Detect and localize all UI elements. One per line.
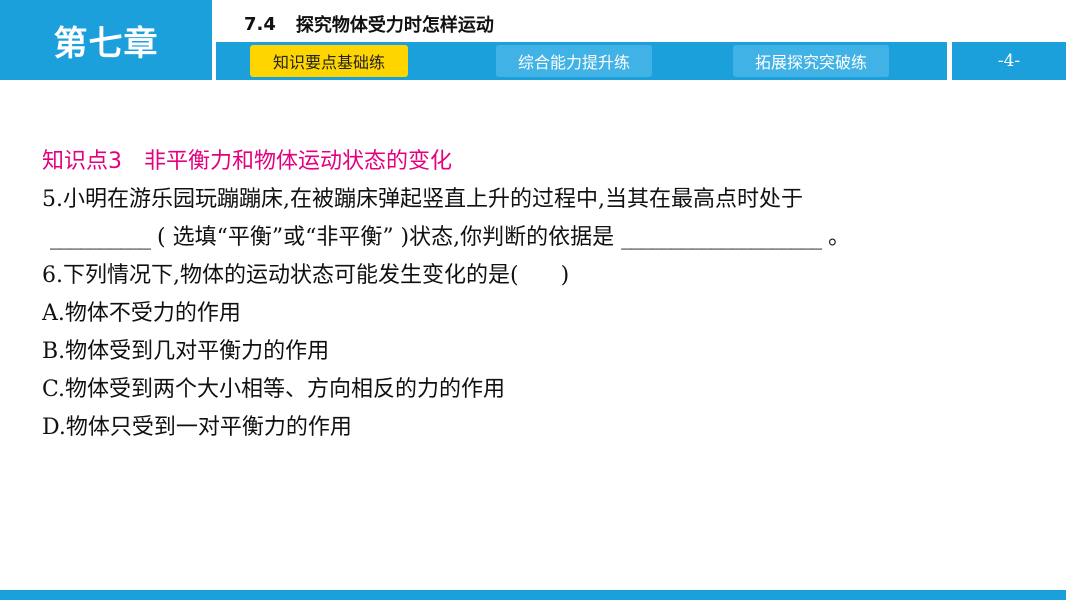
option-a[interactable]: A.物体不受力的作用 — [42, 295, 1042, 333]
knowledge-point-label: 知识点3 — [42, 149, 122, 174]
section-title: 7.4 探究物体受力时怎样运动 — [244, 10, 494, 38]
option-c[interactable]: C.物体受到两个大小相等、方向相反的力的作用 — [42, 371, 1042, 409]
knowledge-point-heading: 知识点3 非平衡力和物体运动状态的变化 — [42, 143, 1042, 181]
option-b[interactable]: B.物体受到几对平衡力的作用 — [42, 333, 1042, 371]
question-5-line-2: __________ ( 选填“平衡”或“非平衡” )状态,你判断的依据是 __… — [42, 219, 1042, 257]
question-5-line-1: 5.小明在游乐园玩蹦蹦床,在被蹦床弹起竖直上升的过程中,当其在最高点时处于 — [42, 187, 803, 212]
section-title-text: 探究物体受力时怎样运动 — [295, 15, 494, 36]
knowledge-point-title: 非平衡力和物体运动状态的变化 — [144, 149, 453, 174]
section-number: 7.4 — [244, 13, 276, 35]
question-6-close: ) — [560, 263, 570, 288]
question-6-stem: 6.下列情况下,物体的运动状态可能发生变化的是() — [42, 257, 1042, 295]
bottom-bar — [0, 590, 1066, 600]
question-content: 知识点3 非平衡力和物体运动状态的变化 5.小明在游乐园玩蹦蹦床,在被蹦床弹起竖直… — [42, 143, 1042, 447]
question-6-text: 6.下列情况下,物体的运动状态可能发生变化的是( — [42, 263, 519, 288]
page-number: -4- — [952, 42, 1066, 80]
tab-comprehensive-practice[interactable]: 综合能力提升练 — [496, 45, 652, 77]
tab-extended-practice[interactable]: 拓展探究突破练 — [733, 45, 889, 77]
question-5-instruction: ( 选填“平衡”或“非平衡” )状态,你判断的依据是 — [157, 225, 615, 250]
answer-blank-1[interactable]: __________ — [50, 225, 151, 250]
question-5-end: 。 — [828, 225, 851, 250]
chapter-label: 第七章 — [0, 0, 212, 80]
tab-basic-practice[interactable]: 知识要点基础练 — [250, 45, 408, 77]
answer-blank-2[interactable]: ____________________ — [621, 225, 822, 250]
option-d[interactable]: D.物体只受到一对平衡力的作用 — [42, 409, 1042, 447]
